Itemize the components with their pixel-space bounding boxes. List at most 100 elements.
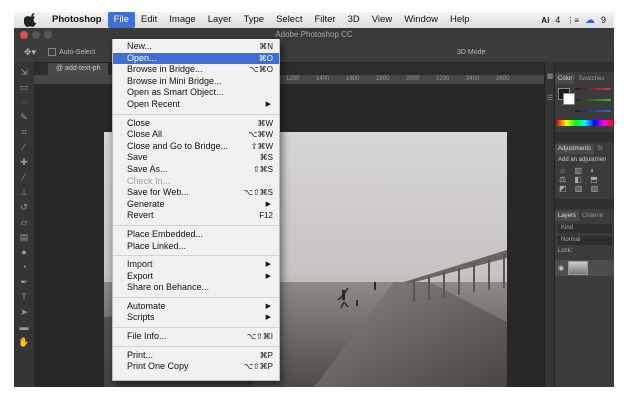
red-slider[interactable]	[575, 88, 611, 90]
menu-filter[interactable]: Filter	[308, 12, 341, 28]
move-tool-icon[interactable]: ✥▾	[24, 47, 36, 58]
menu-help[interactable]: Help	[444, 12, 476, 28]
eyedropper-tool-icon[interactable]: ⁄	[18, 142, 30, 152]
submenu-arrow-icon: ▶	[265, 314, 271, 322]
gradient-tool-icon[interactable]: ▤	[18, 232, 30, 242]
blur-tool-icon[interactable]: ●	[18, 247, 30, 257]
adobe-icon[interactable]: Ai	[541, 16, 549, 25]
menu-item-scripts[interactable]: Scripts ▶	[113, 312, 279, 324]
menu-layer[interactable]: Layer	[202, 12, 238, 28]
zoom-window-icon[interactable]	[44, 31, 52, 39]
options-bar: ✥▾ Auto-Select 3D Mode	[14, 42, 614, 63]
hand-tool-icon[interactable]: ✋	[18, 337, 30, 347]
menu-item-print[interactable]: Print... ⌘P	[113, 350, 279, 362]
menu-type[interactable]: Type	[237, 12, 270, 28]
lock-label: Lock:	[558, 248, 573, 254]
color-sliders	[555, 84, 614, 132]
blend-mode-select[interactable]: Normal	[558, 236, 612, 245]
menu-item-import[interactable]: Import ▶	[113, 259, 279, 271]
menu-item-export[interactable]: Export ▶	[113, 271, 279, 283]
shape-tool-icon[interactable]: ▬	[18, 322, 30, 332]
menu-item-close-and-go-to-bridge[interactable]: Close and Go to Bridge... ⇧⌘W	[113, 141, 279, 153]
canvas-area[interactable]	[34, 84, 544, 387]
lasso-tool-icon[interactable]: ◌	[18, 97, 30, 107]
tab-adjustments[interactable]: Adjustments	[555, 144, 595, 154]
menu-item-place-linked[interactable]: Place Linked...	[113, 241, 279, 253]
menu-window[interactable]: Window	[398, 12, 444, 28]
menu-select[interactable]: Select	[270, 12, 308, 28]
quick-select-tool-icon[interactable]: ✎	[18, 112, 30, 122]
ruler-tick: 1800	[376, 76, 390, 82]
menu-item-close[interactable]: Close ⌘W	[113, 118, 279, 130]
submenu-arrow-icon: ▶	[265, 272, 271, 280]
menu-item-automate[interactable]: Automate ▶	[113, 301, 279, 313]
menu-item-save-as[interactable]: Save As... ⇧⌘S	[113, 164, 279, 176]
apple-icon[interactable]	[24, 13, 38, 27]
crop-tool-icon[interactable]: ⌗	[18, 127, 30, 137]
eraser-tool-icon[interactable]: ▱	[18, 217, 30, 227]
menu-item-share-on-behance[interactable]: Share on Behance...	[113, 282, 279, 294]
color-spectrum[interactable]	[557, 120, 613, 126]
menu-3d[interactable]: 3D	[342, 12, 366, 28]
adjustments-panel: Adjustments St Add an adjustmen ☼ ▥ ◐ ⚖ ◧…	[555, 142, 614, 193]
adjustment-icons[interactable]: ☼ ▥ ◐	[555, 166, 614, 175]
document-tab[interactable]: @ add-text-ph	[48, 63, 109, 75]
menu-item-place-embedded[interactable]: Place Embedded...	[113, 229, 279, 241]
menu-photoshop[interactable]: Photoshop	[46, 12, 108, 28]
marquee-tool-icon[interactable]: ▭	[18, 82, 30, 92]
menu-item-close-all[interactable]: Close All ⌥⌘W	[113, 129, 279, 141]
menu-edit[interactable]: Edit	[135, 12, 163, 28]
menu-item-generate[interactable]: Generate ▶	[113, 199, 279, 211]
adjustment-icons-row3[interactable]: ◩ ▧ ▨	[555, 184, 614, 193]
menu-separator	[113, 113, 279, 115]
menu-item-new[interactable]: New... ⌘N	[113, 41, 279, 53]
photoshop-screen: Photoshop File Edit Image Layer Type Sel…	[14, 12, 614, 387]
tab-color[interactable]: Color	[555, 74, 576, 84]
blue-slider[interactable]	[575, 110, 611, 112]
menu-separator	[113, 224, 279, 226]
menu-item-browse-in-mini-bridge[interactable]: Browse in Mini Bridge...	[113, 76, 279, 88]
adjustment-icons-row2[interactable]: ⚖ ◧ ⬒	[555, 175, 614, 184]
brush-tool-icon[interactable]: ∕	[18, 172, 30, 182]
layer-row[interactable]: ◉	[555, 260, 614, 276]
stamp-tool-icon[interactable]: ⊥	[18, 187, 30, 197]
cloud-icon[interactable]: ☁	[585, 15, 595, 26]
dodge-tool-icon[interactable]: ◔	[18, 262, 30, 272]
menu-separator	[113, 345, 279, 347]
menu-item-print-one-copy[interactable]: Print One Copy ⌥⇧⌘P	[113, 361, 279, 373]
menu-item-save-for-web[interactable]: Save for Web... ⌥⇧⌘S	[113, 187, 279, 199]
layer-filter-kind[interactable]: Kind	[558, 224, 612, 233]
pen-tool-icon[interactable]: ✒	[18, 277, 30, 287]
eye-icon[interactable]: ◉	[558, 264, 564, 272]
move-tool-icon[interactable]: ⇲	[18, 67, 30, 77]
tab-layers[interactable]: Layers	[555, 211, 580, 221]
menu-view[interactable]: View	[366, 12, 398, 28]
healing-tool-icon[interactable]: ✚	[18, 157, 30, 167]
menu-file[interactable]: File	[107, 12, 135, 28]
menu-item-open-recent[interactable]: Open Recent ▶	[113, 99, 279, 111]
menu-item-open-as-smart-object[interactable]: Open as Smart Object...	[113, 87, 279, 99]
adjustments-hint: Add an adjustmen	[558, 157, 607, 163]
history-brush-tool-icon[interactable]: ↺	[18, 202, 30, 212]
type-tool-icon[interactable]: T	[18, 292, 30, 302]
background-color-swatch[interactable]	[563, 93, 575, 105]
menu-image[interactable]: Image	[163, 12, 201, 28]
tab-channels[interactable]: Channe	[579, 211, 607, 221]
menu-item-file-info[interactable]: File Info... ⌥⇧⌘I	[113, 331, 279, 343]
menu-separator	[113, 296, 279, 298]
wifi-icon[interactable]: ⋮≡	[566, 16, 579, 25]
tab-styles[interactable]: St	[594, 144, 606, 154]
close-window-icon[interactable]	[20, 31, 28, 39]
menu-item-save[interactable]: Save ⌘S	[113, 152, 279, 164]
menu-item-revert[interactable]: Revert F12	[113, 210, 279, 222]
green-slider[interactable]	[575, 99, 611, 101]
minimize-window-icon[interactable]	[32, 31, 40, 39]
menu-item-open[interactable]: Open... ⌘O	[113, 52, 279, 65]
ruler-tick: 1200	[286, 76, 300, 82]
path-select-tool-icon[interactable]: ➤	[18, 307, 30, 317]
menu-item-browse-in-bridge[interactable]: Browse in Bridge... ⌥⌘O	[113, 64, 279, 76]
submenu-arrow-icon: ▶	[265, 261, 271, 269]
tab-swatches[interactable]: Swatches	[575, 74, 608, 84]
ruler-tick: 1400	[316, 76, 330, 82]
auto-select-checkbox[interactable]	[48, 48, 57, 56]
